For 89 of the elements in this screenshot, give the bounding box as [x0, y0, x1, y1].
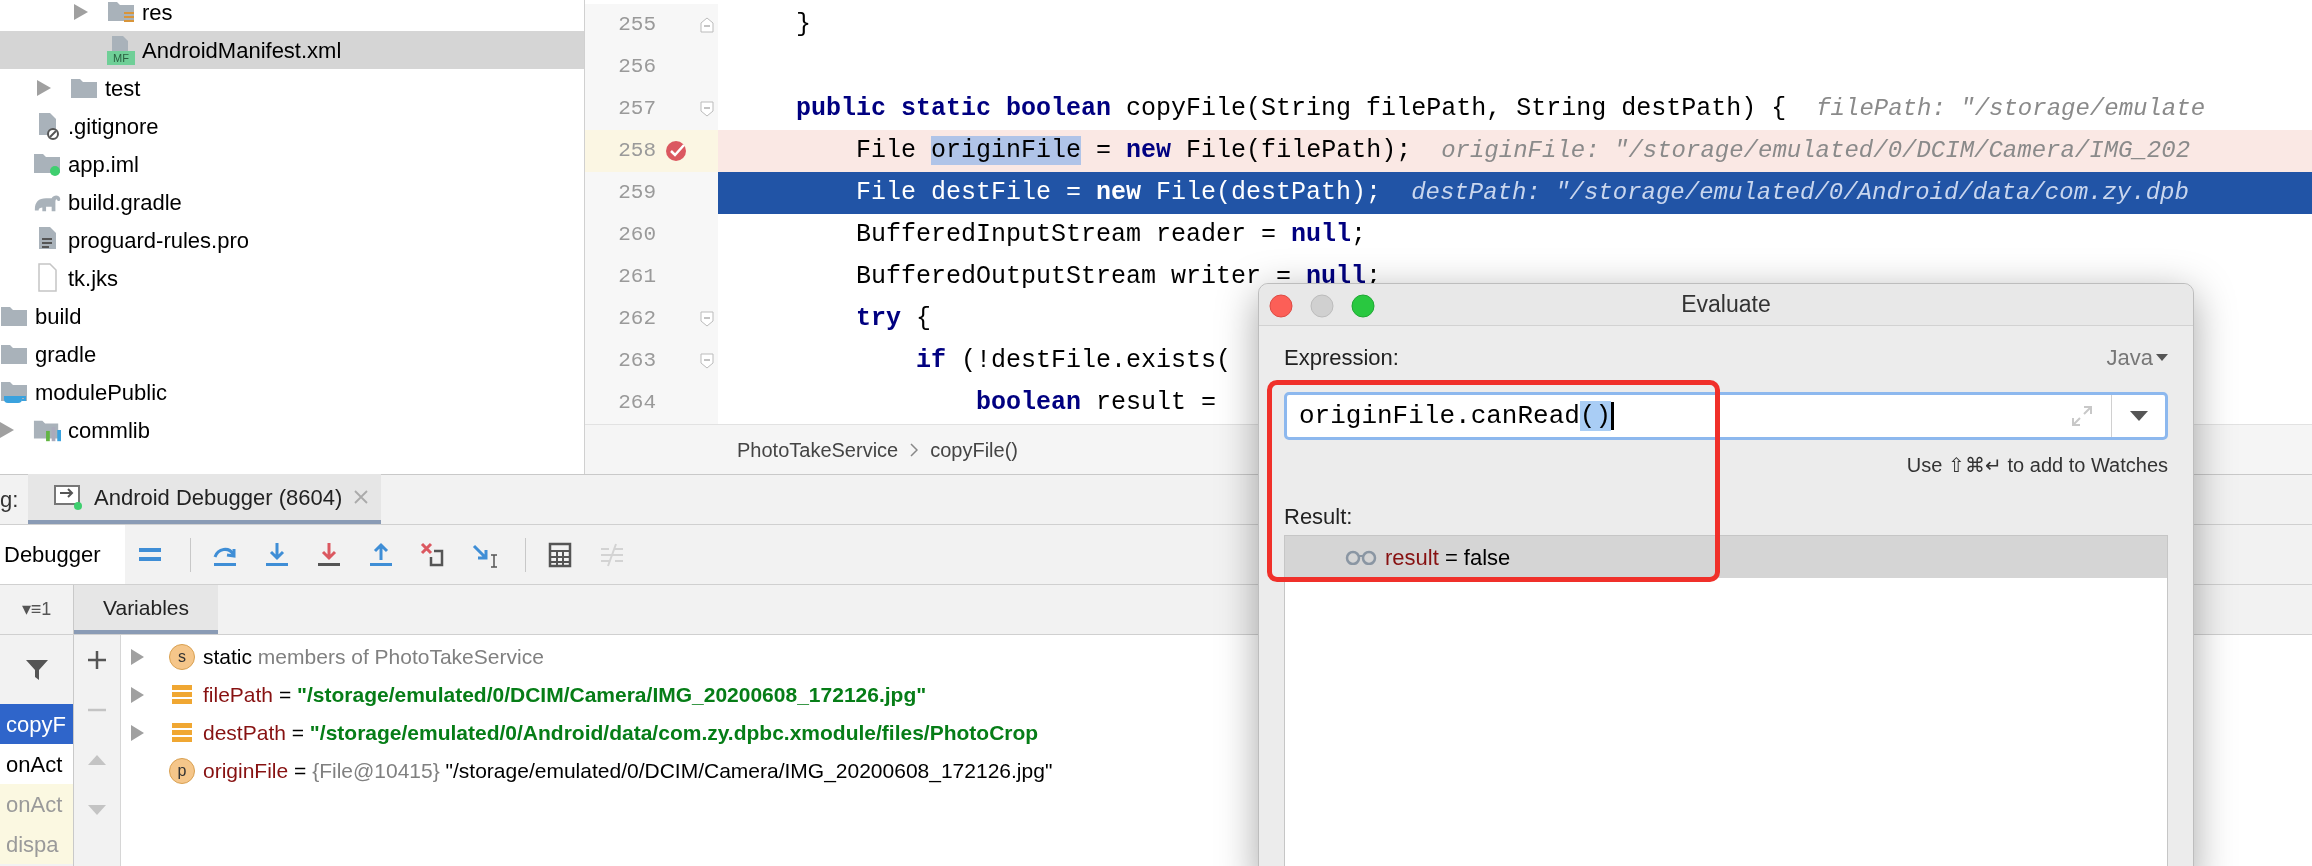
shortcut-hint: Use ⇧⌘↵ to add to Watches	[1906, 453, 2168, 478]
module-folder-icon	[0, 379, 28, 405]
expand-arrow-icon[interactable]	[0, 422, 14, 438]
folder-icon	[0, 304, 28, 328]
debugger-tab[interactable]: Debugger	[0, 525, 125, 584]
file-name: AndroidManifest.xml	[142, 36, 342, 65]
code-line: }	[795, 9, 811, 42]
variable-entry: destPath = "/storage/emulated/0/Android/data/com.zy.dpbc.xmodule/files/PhotoCrop	[203, 720, 1039, 747]
expand-arrow-icon[interactable]	[131, 649, 144, 665]
line-number: 257	[617, 96, 656, 123]
line-number: 261	[617, 264, 656, 291]
file-name: commlib	[68, 416, 150, 445]
file-name: build	[35, 302, 82, 331]
file-name: app.iml	[68, 150, 139, 179]
file-type-badge: MF	[107, 51, 135, 65]
type-badge: p	[169, 758, 195, 784]
result-value: result = false	[1385, 543, 1511, 572]
language-dropdown[interactable]: Java	[2106, 341, 2168, 374]
close-window-icon[interactable]	[1269, 294, 1293, 318]
caret-icon	[2156, 353, 2168, 362]
fold-marker-icon[interactable]	[700, 101, 714, 117]
expression-label: Expression:	[1284, 344, 1399, 372]
code-line: File destFile = new File(destPath);	[855, 177, 1382, 210]
breadcrumb[interactable]: copyFile()	[930, 434, 1018, 465]
fold-marker-icon[interactable]	[700, 353, 714, 369]
dialog-title: Evaluate	[1681, 290, 1771, 320]
expression-field[interactable]: originFile.canRead()	[1284, 392, 2168, 440]
folder-icon	[70, 76, 98, 100]
line-number: 263	[617, 348, 656, 375]
stack-frame[interactable]: onAct	[0, 744, 73, 784]
inline-value-hint: destPath: "/storage/emulated/0/Android/data/com.zy.dpb	[1411, 178, 2189, 208]
file-name: proguard-rules.pro	[68, 226, 249, 255]
file-name: build.gradle	[68, 188, 182, 217]
variable-entry: filePath = "/storage/emulated/0/DCIM/Camera/IMG_20200608_172126.jpg"	[203, 682, 927, 709]
zoom-window-icon[interactable]	[1351, 294, 1375, 318]
line-number: 255	[617, 12, 656, 39]
line-number: 262	[617, 306, 656, 333]
debugger-session-icon	[53, 483, 83, 511]
folder-icon	[0, 342, 28, 366]
variables-tab[interactable]: Variables	[74, 585, 218, 634]
code-line: boolean result =	[975, 387, 1218, 420]
close-icon[interactable]	[353, 489, 370, 505]
type-badge: s	[169, 644, 195, 670]
result-row[interactable]: result = false	[1285, 536, 2167, 578]
module-file-icon	[33, 151, 61, 177]
inline-value-hint: filePath: "/storage/emulate	[1816, 94, 2206, 124]
calculator-icon[interactable]	[546, 540, 574, 569]
file-name: tk.jks	[68, 264, 119, 293]
file-name: gradle	[35, 340, 97, 369]
variable-entry: originFile = {File@10415} "/storage/emulated/0/DCIM/Camera/IMG_20200608_172126.jpg"	[203, 758, 1053, 785]
chevron-icon	[910, 442, 919, 457]
step-into-icon[interactable]	[263, 540, 291, 569]
expand-arrow-icon[interactable]	[74, 4, 88, 20]
expand-arrow-icon[interactable]	[131, 725, 144, 741]
breakpoint-icon[interactable]	[664, 139, 688, 163]
stack-frame[interactable]: copyF	[0, 704, 73, 744]
glasses-icon	[1345, 549, 1377, 565]
resource-folder-icon	[107, 0, 135, 25]
force-step-into-icon[interactable]	[315, 540, 343, 569]
line-number: 264	[617, 390, 656, 417]
expand-icon[interactable]	[2071, 405, 2093, 427]
code-line: File originFile = new File(filePath);	[855, 135, 1412, 168]
dropdown-arrow-icon[interactable]	[2129, 411, 2148, 421]
session-tab[interactable]: Android Debugger (8604)	[28, 474, 382, 524]
file-name: test	[105, 74, 141, 103]
step-out-icon[interactable]	[367, 540, 395, 569]
file-name: res	[142, 0, 173, 27]
line-number: 256	[617, 54, 656, 81]
file-name: .gitignore	[68, 112, 159, 141]
breadcrumb[interactable]: PhotoTakeService	[737, 434, 899, 465]
variable-entry: static members of PhotoTakeService	[203, 644, 544, 671]
code-line: public static boolean copyFile(String filePath, String destPath) {	[795, 93, 1787, 126]
line-number: 260	[617, 222, 656, 249]
expand-arrow-icon[interactable]	[37, 80, 51, 96]
code-line: try {	[855, 303, 932, 336]
line-number: 259	[617, 180, 656, 207]
fold-marker-icon[interactable]	[700, 311, 714, 327]
expand-arrow-icon[interactable]	[131, 687, 144, 703]
result-label: Result:	[1284, 503, 1354, 531]
tree-row[interactable]: MF AndroidManifest.xml	[0, 31, 584, 69]
minimize-window-icon[interactable]	[1310, 294, 1334, 318]
file-name: modulePublic	[35, 378, 168, 407]
code-line: if (!destFile.exists(	[915, 345, 1232, 378]
fold-marker-icon[interactable]	[700, 17, 714, 33]
inline-value-hint: originFile: "/storage/emulated/0/DCIM/Camera/IMG_202	[1441, 136, 2191, 166]
line-number: 258	[617, 138, 656, 165]
add-icon[interactable]	[86, 649, 108, 671]
panel-title: g:	[0, 486, 20, 514]
code-line: BufferedInputStream reader = null;	[855, 219, 1367, 252]
